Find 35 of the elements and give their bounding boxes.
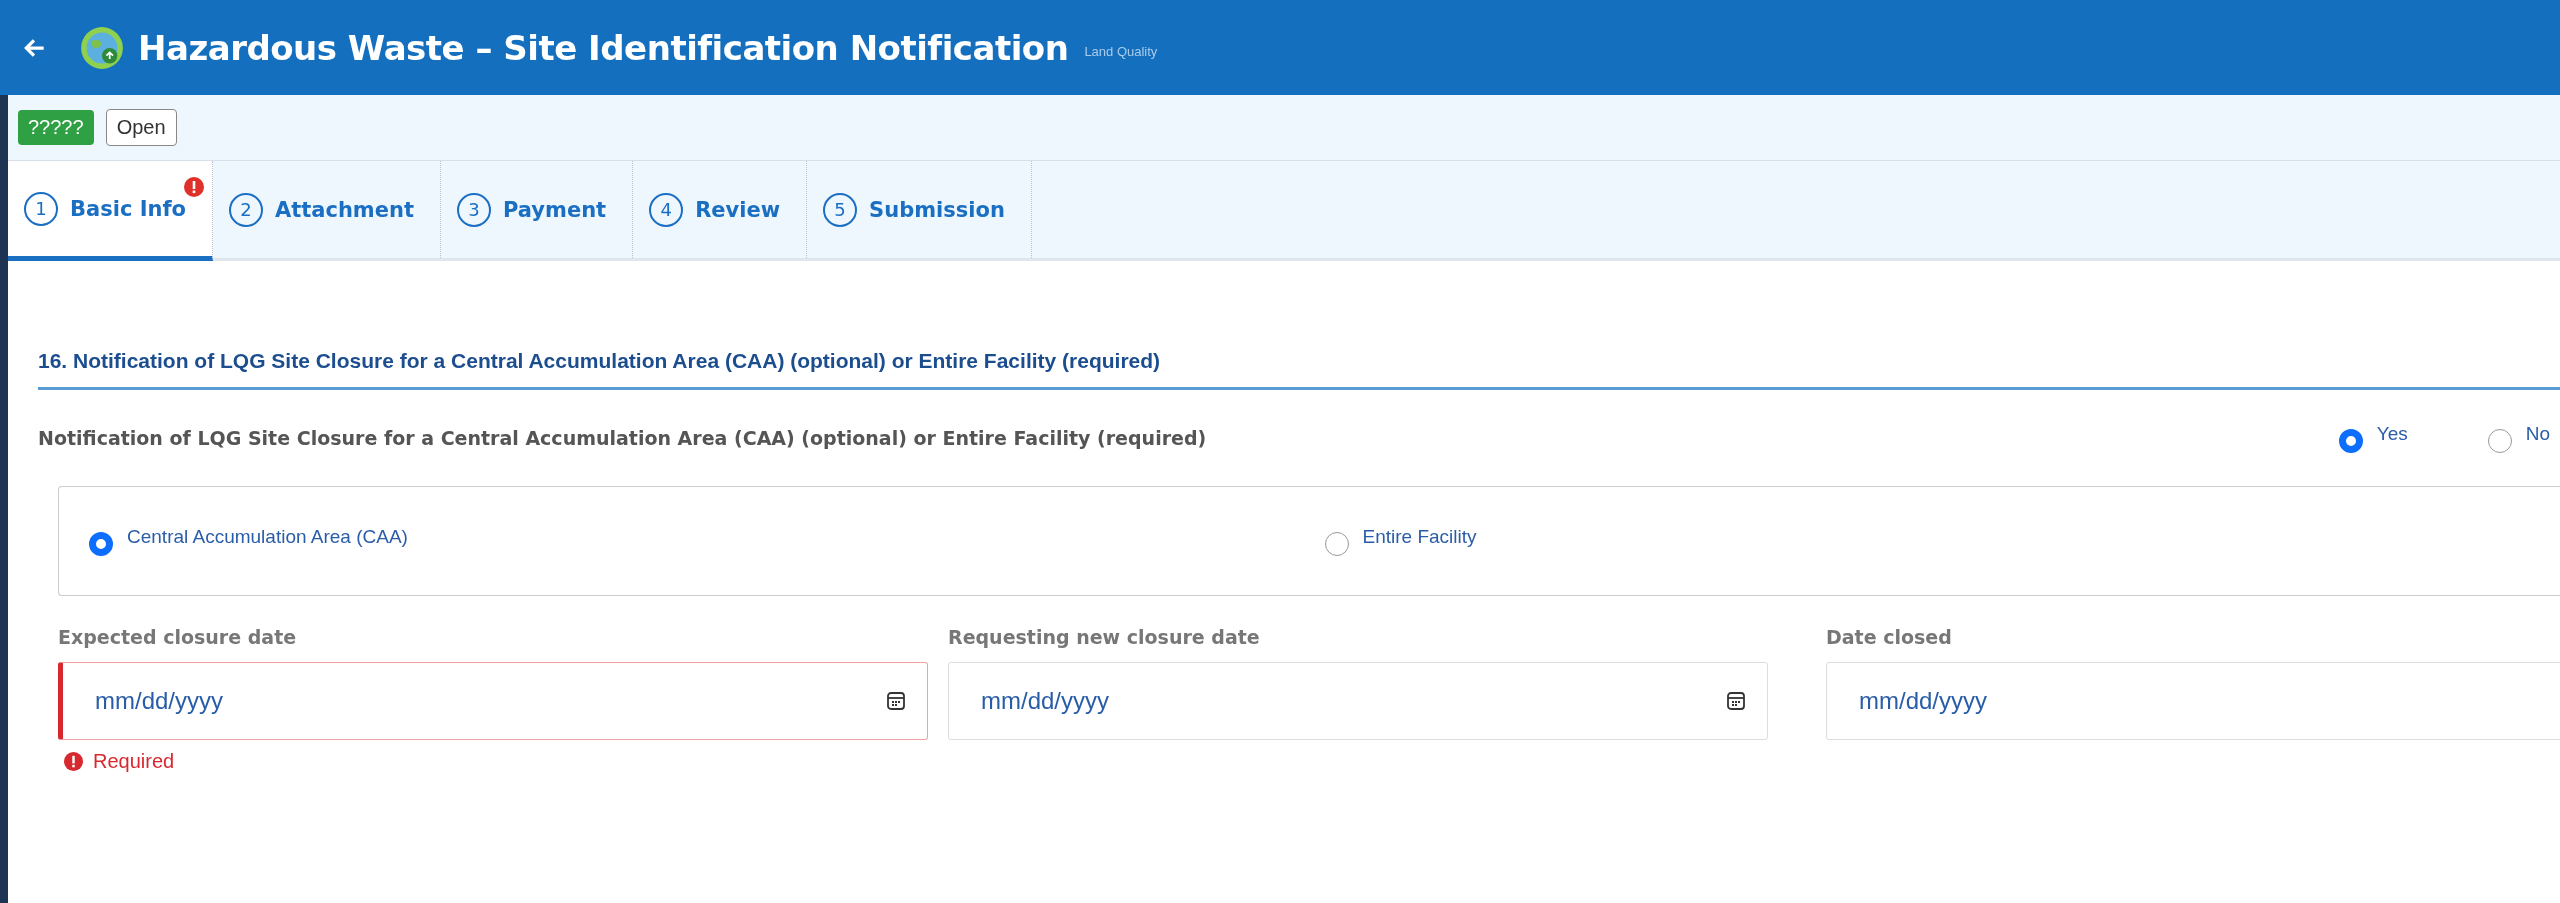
page-title: Hazardous Waste – Site Identification Notification	[138, 27, 1069, 68]
error-icon	[64, 752, 83, 771]
radio-option[interactable]: No	[2487, 423, 2550, 453]
step-number: 1	[24, 191, 58, 226]
date-field[interactable]: mm/dd/yyyy	[58, 662, 928, 740]
radio-option[interactable]: Yes	[2338, 423, 2408, 453]
field-label: Date closed	[1826, 626, 1953, 648]
step-number: 4	[649, 192, 684, 227]
step-number: 3	[457, 192, 491, 227]
section-heading: 16. Notification of LQG Site Closure for a Central Accumulation Area (CAA) (optional) or Entire Facility (required)	[38, 349, 2560, 390]
date-field[interactable]: mm/dd/yyyy	[1826, 662, 2560, 740]
radio-option[interactable]: Central Accumulation Area (CAA)	[89, 526, 1325, 556]
date-field[interactable]: mm/dd/yyyy	[948, 662, 1768, 740]
globe-recycle-icon	[80, 25, 124, 70]
status-badge: Open	[105, 109, 177, 146]
page-subtitle: Land Quality	[1084, 44, 1158, 59]
calendar-icon[interactable]	[886, 691, 906, 711]
radio-option[interactable]: Entire Facility	[1324, 526, 2560, 556]
field-label: Requesting new closure date	[948, 626, 1261, 648]
step-tab[interactable]: 4 Review	[633, 161, 808, 258]
step-number: 5	[823, 192, 858, 227]
radio-icon[interactable]	[2338, 429, 2363, 453]
radio-icon[interactable]	[2487, 429, 2512, 453]
step-tab[interactable]: 1 Basic Info	[8, 161, 213, 261]
calendar-icon[interactable]	[1726, 691, 1746, 711]
step-tab[interactable]: 2 Attachment	[212, 161, 441, 258]
radio-icon[interactable]	[89, 532, 113, 556]
step-tab[interactable]: 5 Submission	[807, 161, 1032, 258]
step-number: 2	[228, 192, 263, 227]
radio-icon[interactable]	[1324, 532, 1349, 556]
status-badge: ?????	[18, 110, 94, 145]
error-message: Required	[93, 750, 175, 773]
step-tab[interactable]: 3 Payment	[441, 161, 634, 258]
question-label: Notification of LQG Site Closure for a Central Accumulation Area (CAA) (optional) or Entire Facility (required)	[38, 427, 1208, 449]
field-label: Expected closure date	[58, 626, 298, 648]
